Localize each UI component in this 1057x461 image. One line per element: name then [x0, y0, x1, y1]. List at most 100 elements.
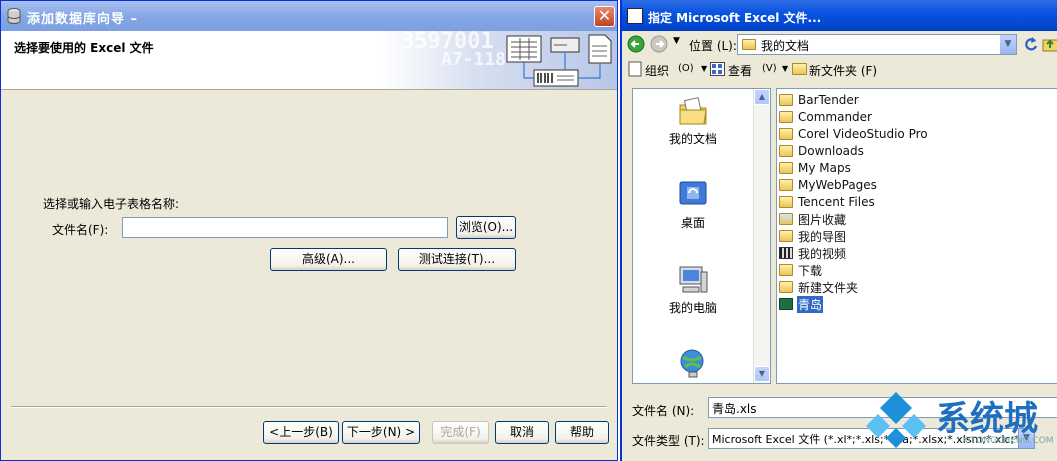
place-label: 我的电脑: [668, 301, 717, 315]
file-name: Downloads: [798, 144, 864, 158]
view-icon: [710, 62, 725, 76]
folder-icon: [779, 230, 793, 242]
close-button[interactable]: ✕: [594, 6, 615, 27]
organize-dropdown-icon[interactable]: ▼: [701, 64, 707, 73]
up-folder-icon[interactable]: [1042, 35, 1057, 52]
folder-icon: [779, 128, 793, 140]
pictures-folder-icon: [779, 213, 793, 225]
organize-menu-key[interactable]: (O): [678, 63, 694, 74]
watermark: 系统城 XITONGCHENG.COM: [866, 388, 1057, 461]
cancel-button[interactable]: 取消: [495, 421, 549, 444]
place-label: 桌面: [680, 216, 705, 230]
spreadsheet-prompt: 选择或输入电子表格名称:: [43, 197, 180, 211]
advanced-button[interactable]: 高级(A)...: [270, 248, 387, 271]
file-list-item[interactable]: Corel VideoStudio Pro: [779, 126, 929, 142]
place-network[interactable]: [633, 347, 753, 379]
file-list-item[interactable]: Tencent Files: [779, 194, 876, 210]
places-scrollbar[interactable]: ▲ ▼: [753, 89, 770, 383]
history-dropdown-icon[interactable]: ▼: [673, 36, 680, 46]
folder-icon: [742, 39, 756, 50]
browse-button[interactable]: 浏览(O)...: [456, 216, 516, 239]
file-list-item[interactable]: 图片收藏: [779, 211, 847, 227]
chevron-down-icon[interactable]: ▼: [999, 35, 1016, 54]
filetype-label: 文件类型 (T):: [632, 434, 705, 448]
wizard-header: 3597001 A7-118 选择要使用的 Excel 文件: [1, 31, 617, 89]
folder-icon: [779, 281, 793, 293]
file-name: 青岛: [797, 295, 824, 313]
filename-value: 青岛.xls: [712, 402, 757, 416]
places-bar: 我的文档 桌面 我的电脑 ▲ ▼: [632, 88, 771, 384]
page-title: 选择要使用的 Excel 文件: [14, 41, 154, 55]
place-label: 我的文档: [668, 132, 717, 146]
database-wizard-window: 添加数据库向导 – ✕ 3597001 A7-118 选择要使用的 Excel …: [0, 0, 618, 461]
file-list-item[interactable]: 我的视频: [779, 245, 847, 261]
forward-arrow-icon[interactable]: [650, 35, 668, 53]
file-name-label: 文件名(F):: [52, 223, 109, 237]
file-list-item[interactable]: My Maps: [779, 160, 852, 176]
file-name: Corel VideoStudio Pro: [798, 127, 928, 141]
file-name: 图片收藏: [798, 212, 847, 227]
file-list-item[interactable]: Downloads: [779, 143, 865, 159]
watermark-url: XITONGCHENG.COM: [962, 436, 1054, 446]
file-list-item[interactable]: 青岛: [779, 295, 824, 313]
folder-icon: [779, 264, 793, 276]
refresh-icon[interactable]: [1023, 35, 1039, 53]
filename-label: 文件名 (N):: [632, 404, 695, 418]
app-icon: [627, 8, 643, 24]
file-name: Commander: [798, 110, 872, 124]
back-arrow-icon[interactable]: [627, 35, 645, 53]
file-name: 下载: [798, 263, 823, 278]
database-icon: [7, 8, 21, 24]
data-source-illustration-icon: [506, 34, 612, 87]
wizard-title: 添加数据库向导 –: [27, 12, 139, 27]
location-value: 我的文档: [761, 39, 810, 53]
view-menu[interactable]: 查看: [728, 62, 752, 79]
organize-menu[interactable]: 组织: [645, 62, 669, 79]
file-name: Tencent Files: [798, 195, 875, 209]
my-computer-icon: [679, 266, 708, 293]
file-list-item[interactable]: 新建文件夹: [779, 279, 859, 295]
file-name: My Maps: [798, 161, 851, 175]
file-name: MyWebPages: [798, 178, 877, 192]
my-documents-icon: [679, 97, 707, 125]
dialog-title-bar[interactable]: 指定 Microsoft Excel 文件...: [622, 0, 1057, 31]
watermark-logo-icon: [866, 392, 926, 448]
test-connection-button[interactable]: 测试连接(T)...: [398, 248, 516, 271]
excel-file-icon: [779, 298, 793, 310]
folder-icon: [779, 94, 793, 106]
folder-icon: [779, 145, 793, 157]
location-combo[interactable]: 我的文档 ▼: [737, 34, 1017, 55]
file-name: 我的视频: [798, 246, 847, 261]
folder-icon: [779, 162, 793, 174]
footer-divider-highlight: [11, 407, 607, 408]
place-my-computer[interactable]: 我的电脑: [633, 264, 753, 316]
banner-code: A7-118: [441, 49, 507, 70]
file-list-item[interactable]: 下载: [779, 262, 823, 278]
finish-button[interactable]: 完成(F): [432, 421, 489, 444]
wizard-title-bar[interactable]: 添加数据库向导 – ✕: [1, 1, 617, 31]
new-folder-button[interactable]: 新文件夹 (F): [809, 62, 877, 79]
organize-icon: [628, 61, 642, 77]
watermark-text: 系统城: [936, 399, 1038, 439]
file-list-item[interactable]: 我的导图: [779, 228, 847, 244]
folder-icon: [779, 179, 793, 191]
back-button[interactable]: <上一步(B): [263, 421, 339, 444]
view-dropdown-icon[interactable]: ▼: [782, 64, 788, 73]
file-list-item[interactable]: Commander: [779, 109, 873, 125]
file-list: BarTender Commander Corel VideoStudio Pro D…: [776, 88, 1057, 384]
scroll-up-icon[interactable]: ▲: [754, 89, 770, 105]
location-label: 位置 (L):: [689, 39, 737, 53]
dialog-title: 指定 Microsoft Excel 文件...: [648, 11, 822, 25]
file-name-input[interactable]: [122, 217, 448, 238]
scroll-down-icon[interactable]: ▼: [754, 366, 770, 382]
place-desktop[interactable]: 桌面: [633, 179, 753, 231]
file-list-item[interactable]: BarTender: [779, 92, 860, 108]
file-name: BarTender: [798, 93, 859, 107]
next-button[interactable]: 下一步(N) >: [342, 421, 420, 444]
new-folder-icon: [792, 63, 807, 75]
help-button[interactable]: 帮助: [555, 421, 609, 444]
file-list-item[interactable]: MyWebPages: [779, 177, 878, 193]
place-my-documents[interactable]: 我的文档: [633, 95, 753, 147]
view-menu-key[interactable]: (V): [762, 63, 777, 74]
header-divider: [1, 89, 617, 90]
